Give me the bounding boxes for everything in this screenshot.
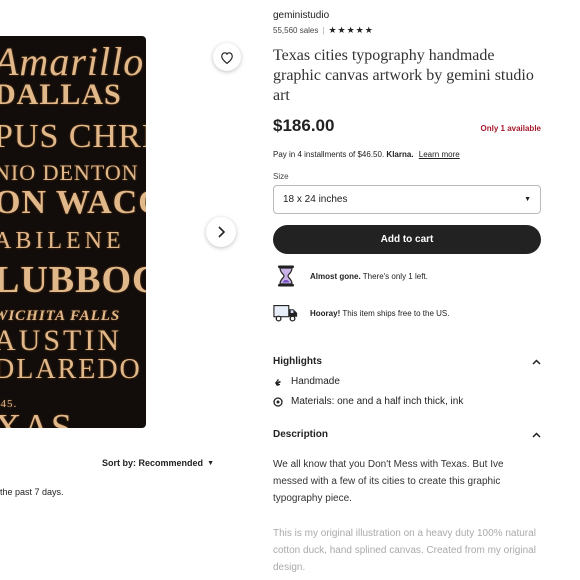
hand-icon — [275, 378, 281, 386]
materials-icon — [273, 396, 283, 407]
reviews-note: the past 7 days. — [0, 487, 64, 497]
heart-icon — [221, 51, 233, 64]
next-image-button[interactable] — [206, 217, 236, 247]
highlight-item: Handmade — [273, 376, 541, 387]
highlight-item: Materials: one and a half inch thick, in… — [273, 396, 541, 407]
art-line: NIO DENTON — [0, 160, 139, 185]
almost-gone-callout: Almost gone. There's only 1 left. — [273, 265, 541, 287]
chevron-right-icon — [218, 226, 226, 238]
art-line: ABILENE — [0, 228, 125, 254]
art-line: DALLAS — [0, 78, 122, 111]
description-paragraph: We all know that you Don't Mess with Tex… — [273, 459, 504, 504]
installments-text: Pay in 4 installments of $46.50. — [273, 150, 385, 159]
klarna-brand: Klarna. — [386, 150, 414, 159]
shop-name[interactable]: geministudio — [273, 10, 541, 21]
description-title: Description — [273, 429, 329, 440]
hourglass-icon — [273, 265, 299, 287]
size-label: Size — [273, 172, 289, 181]
learn-more-link[interactable]: Learn more — [419, 150, 460, 159]
caret-down-icon: ▼ — [207, 459, 214, 467]
truck-icon — [273, 303, 299, 323]
description-paragraph-faded: This is my original illustration on a he… — [273, 528, 536, 573]
highlights-title: Highlights — [273, 356, 322, 367]
product-image[interactable]: Amarillo DALLAS PUS CHRISTI NIO DENTON O… — [0, 36, 146, 428]
artwork: Amarillo DALLAS PUS CHRISTI NIO DENTON O… — [0, 36, 146, 428]
divider: | — [322, 26, 325, 35]
description-header[interactable]: Description — [273, 429, 541, 440]
sort-label: Sort by: Recommended — [102, 458, 204, 468]
free-shipping-callout: Hooray! This item ships free to the US. — [273, 303, 541, 323]
shop-meta: 55,560 sales | ★★★★★ — [273, 25, 541, 36]
sales-count: 55,560 sales — [273, 26, 319, 35]
rating-stars[interactable]: ★★★★★ — [328, 25, 373, 36]
art-line: WICHITA FALLS — [0, 308, 121, 324]
chevron-up-icon — [532, 431, 541, 438]
art-line: ON WACO — [0, 184, 146, 221]
size-value: 18 x 24 inches — [283, 194, 348, 205]
add-to-cart-button[interactable]: Add to cart — [273, 225, 541, 254]
art-line: PUS CHRISTI — [0, 118, 146, 155]
art-line: LUBBOCK — [0, 259, 146, 301]
size-select[interactable]: 18 x 24 inches ▼ — [273, 185, 541, 214]
highlight-text: Materials: one and a half inch thick, in… — [291, 396, 464, 407]
highlights-header[interactable]: Highlights — [273, 356, 541, 367]
stock-badge: Only 1 available — [480, 124, 541, 133]
product-panel: geministudio 55,560 sales | ★★★★★ Texas … — [273, 10, 541, 576]
sort-dropdown[interactable]: Sort by: Recommended ▼ — [102, 458, 214, 468]
free-shipping-text: Hooray! This item ships free to the US. — [310, 308, 450, 318]
price-row: $186.00 Only 1 available — [273, 116, 541, 136]
favorite-button[interactable] — [213, 43, 241, 71]
art-line: XAS — [0, 407, 74, 428]
almost-gone-text: Almost gone. There's only 1 left. — [310, 271, 428, 281]
caret-down-icon: ▼ — [524, 196, 531, 203]
art-line: DLAREDO — [0, 354, 142, 385]
highlight-text: Handmade — [291, 376, 340, 387]
chevron-up-icon — [532, 358, 541, 365]
installments-info: Pay in 4 installments of $46.50. Klarna.… — [273, 150, 541, 159]
art-line: AUSTIN — [0, 324, 122, 357]
price: $186.00 — [273, 116, 335, 135]
product-title: Texas cities typography handmade graphic… — [273, 47, 534, 104]
